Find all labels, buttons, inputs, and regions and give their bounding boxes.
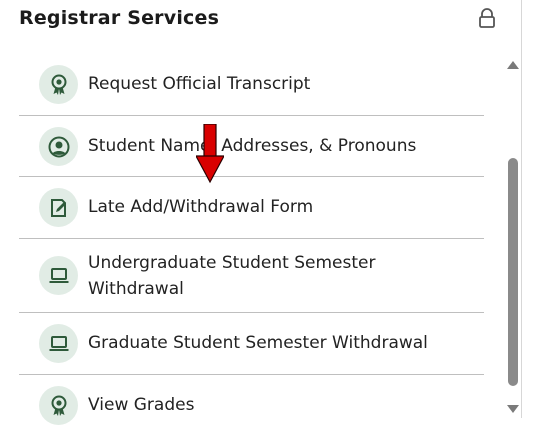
list-item-late-add-withdrawal-form[interactable]: Late Add/Withdrawal Form xyxy=(19,177,484,239)
user-circle-icon xyxy=(39,127,78,166)
panel-title: Registrar Services xyxy=(19,7,220,29)
list-item-view-grades[interactable]: View Grades xyxy=(19,375,484,436)
list-item-label: Student Name, Addresses, & Pronouns xyxy=(88,136,417,156)
award-icon xyxy=(39,386,78,425)
lock-icon[interactable] xyxy=(476,7,498,29)
annotation-arrow-icon xyxy=(194,123,226,184)
services-list: Request Official Transcript Student Name… xyxy=(19,54,484,436)
laptop-icon xyxy=(39,324,78,363)
scrollbar-thumb[interactable] xyxy=(508,158,518,386)
list-item-label: Request Official Transcript xyxy=(88,74,311,94)
panel-border xyxy=(521,0,522,418)
list-item-request-official-transcript[interactable]: Request Official Transcript xyxy=(19,54,484,116)
edit-document-icon xyxy=(39,188,78,227)
registrar-services-panel: Registrar Services Request Official Tran… xyxy=(0,0,521,425)
scroll-down-arrow-icon[interactable] xyxy=(507,405,519,413)
award-icon xyxy=(39,65,78,104)
list-item-label: Late Add/Withdrawal Form xyxy=(88,197,314,217)
laptop-icon xyxy=(39,256,78,295)
list-item-undergraduate-semester-withdrawal[interactable]: Undergraduate Student Semester Withdrawa… xyxy=(19,239,484,313)
vertical-scrollbar[interactable] xyxy=(505,55,521,418)
list-item-label: Graduate Student Semester Withdrawal xyxy=(88,333,428,353)
list-item-graduate-semester-withdrawal[interactable]: Graduate Student Semester Withdrawal xyxy=(19,313,484,375)
list-item-student-name-addresses-pronouns[interactable]: Student Name, Addresses, & Pronouns xyxy=(19,116,484,177)
list-item-label: View Grades xyxy=(88,395,195,415)
list-item-label: Undergraduate Student Semester Withdrawa… xyxy=(88,253,376,299)
scroll-up-arrow-icon[interactable] xyxy=(507,61,519,69)
